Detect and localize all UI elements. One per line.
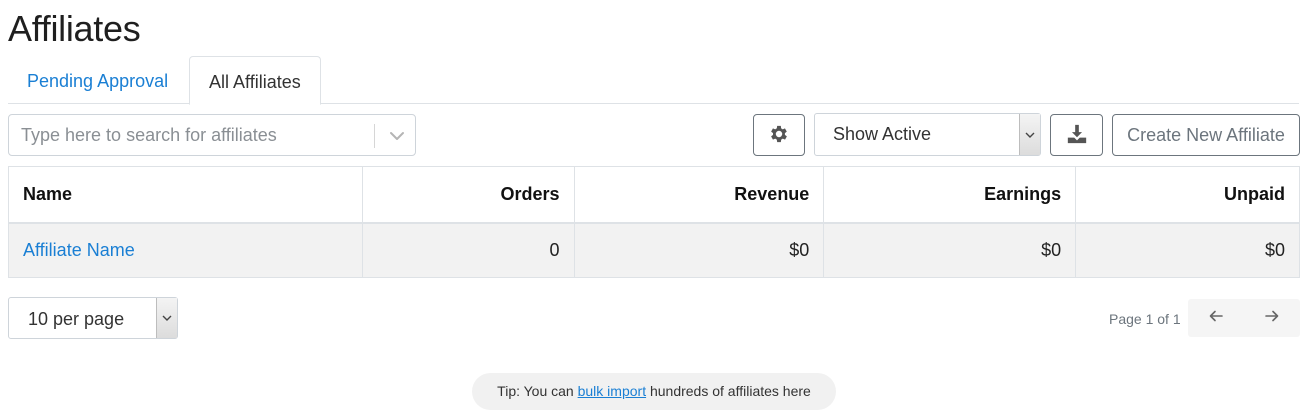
arrow-left-icon xyxy=(1208,308,1224,329)
cell-unpaid: $0 xyxy=(1075,222,1300,278)
affiliates-table: Name Orders Revenue Earnings Unpaid Affi… xyxy=(8,166,1300,278)
column-header-orders[interactable]: Orders xyxy=(361,166,575,224)
search-input[interactable] xyxy=(21,123,361,147)
status-filter-select[interactable]: Show Active xyxy=(814,113,1041,156)
table-row: Affiliate Name 0 $0 $0 $0 xyxy=(8,222,1300,278)
cell-orders: 0 xyxy=(361,222,575,278)
cell-name: Affiliate Name xyxy=(8,222,363,278)
arrow-right-icon xyxy=(1264,308,1280,329)
settings-button[interactable] xyxy=(753,114,805,156)
create-affiliate-button[interactable]: Create New Affiliate xyxy=(1112,114,1300,156)
chevron-down-icon[interactable] xyxy=(156,298,177,338)
tip-suffix: hundreds of affiliates here xyxy=(646,383,811,399)
gear-icon xyxy=(768,123,790,148)
tab-bar: Pending Approval All Affiliates xyxy=(8,56,1299,105)
page-title: Affiliates xyxy=(8,8,141,49)
cell-earnings: $0 xyxy=(823,222,1077,278)
tip-banner: Tip: You can bulk import hundreds of aff… xyxy=(472,373,836,410)
table-header-row: Name Orders Revenue Earnings Unpaid xyxy=(8,166,1300,224)
affiliate-name-link[interactable]: Affiliate Name xyxy=(23,240,135,260)
bulk-import-link[interactable]: bulk import xyxy=(578,383,646,399)
column-header-earnings[interactable]: Earnings xyxy=(823,166,1077,224)
chevron-down-icon[interactable] xyxy=(1019,114,1040,155)
column-header-name[interactable]: Name xyxy=(8,166,363,224)
tab-all-affiliates[interactable]: All Affiliates xyxy=(189,56,321,105)
chevron-down-icon[interactable] xyxy=(385,124,409,148)
page-info: Page 1 of 1 xyxy=(1109,311,1181,327)
download-button[interactable] xyxy=(1050,114,1103,156)
tip-prefix: Tip: You can xyxy=(497,383,578,399)
search-separator xyxy=(374,124,375,148)
per-page-select[interactable]: 10 per page xyxy=(8,297,178,339)
search-select[interactable] xyxy=(8,114,416,156)
tab-pending-approval[interactable]: Pending Approval xyxy=(8,56,187,104)
per-page-value: 10 per page xyxy=(28,309,125,329)
status-filter-value: Show Active xyxy=(833,124,932,144)
cell-revenue: $0 xyxy=(573,222,825,278)
column-header-unpaid[interactable]: Unpaid xyxy=(1075,166,1300,224)
pagination-controls xyxy=(1188,299,1300,337)
download-icon xyxy=(1066,123,1088,148)
prev-page-button[interactable] xyxy=(1188,299,1244,337)
column-header-revenue[interactable]: Revenue xyxy=(573,166,825,224)
next-page-button[interactable] xyxy=(1244,299,1300,337)
